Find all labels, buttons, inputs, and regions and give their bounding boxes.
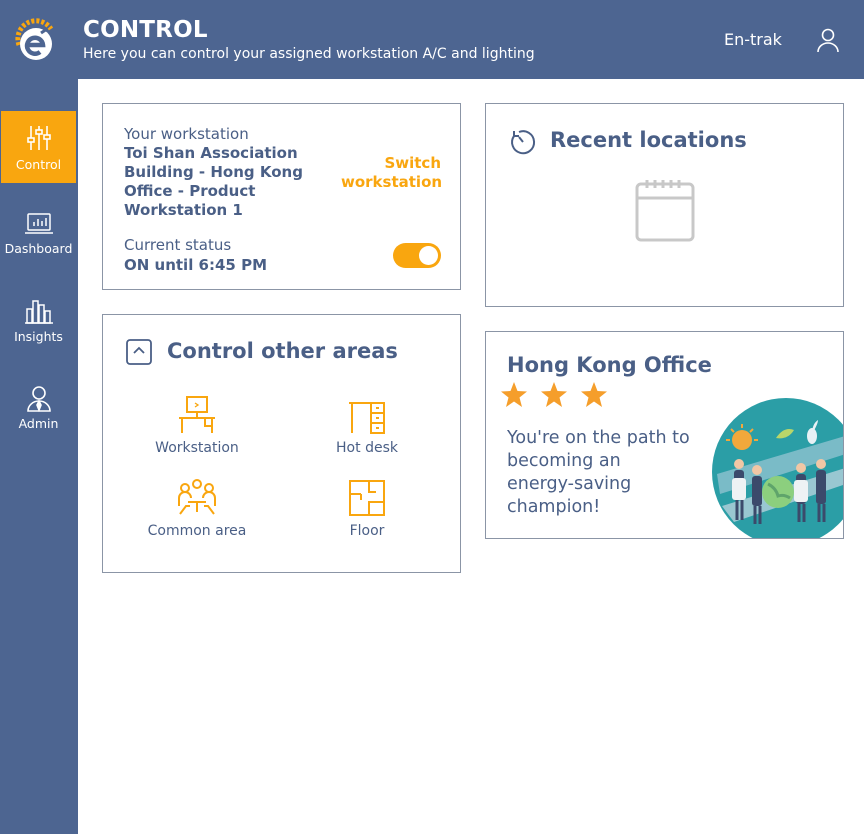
recent-locations-card: Recent locations: [485, 103, 844, 307]
sidebar: Control Dashboard Insights Admin: [0, 79, 78, 834]
entrak-logo: [15, 18, 54, 60]
sidebar-item-control[interactable]: Control: [1, 111, 76, 183]
status-label: Current status: [124, 236, 232, 254]
star-icon: [541, 382, 567, 407]
area-label: Workstation: [155, 440, 239, 456]
workstation-icon: [179, 396, 215, 433]
sidebar-item-label: Control: [15, 157, 62, 172]
insights-icon: [24, 300, 53, 324]
sliders-icon: [26, 126, 51, 150]
area-workstation[interactable]: Workstation: [127, 395, 267, 456]
user-icon[interactable]: [815, 27, 841, 53]
sidebar-item-dashboard[interactable]: Dashboard: [1, 199, 76, 271]
page-subtitle: Here you can control your assigned works…: [83, 46, 535, 62]
hot-desk-icon: [349, 402, 385, 434]
brand-name[interactable]: En-trak: [724, 30, 782, 49]
workstation-label: Your workstation: [124, 125, 249, 143]
calendar-icon: [635, 180, 695, 242]
control-areas-card: Control other areas Workstation Hot desk…: [102, 314, 461, 573]
sidebar-item-label: Dashboard: [4, 241, 73, 256]
recent-locations-title: Recent locations: [550, 128, 747, 152]
workstation-card: Your workstation Toi Shan Association Bu…: [102, 103, 461, 290]
office-card: Hong Kong Office You're on the path to b…: [485, 331, 844, 539]
dashboard-icon: [24, 213, 53, 234]
power-toggle[interactable]: [393, 243, 441, 268]
history-icon: [511, 130, 536, 155]
top-header: CONTROL Here you can control your assign…: [0, 0, 864, 79]
area-label: Hot desk: [336, 440, 398, 456]
toggle-knob: [419, 246, 438, 265]
star-icon: [581, 382, 607, 407]
sidebar-item-label: Insights: [14, 329, 63, 344]
office-title: Hong Kong Office: [507, 353, 712, 377]
status-value: ON until 6:45 PM: [124, 256, 268, 274]
rating-stars: [501, 382, 607, 407]
admin-icon: [26, 386, 51, 412]
workstation-name: Toi Shan Association Building - Hong Kon…: [124, 144, 303, 219]
sidebar-item-label: Admin: [18, 416, 59, 431]
switch-workstation-link[interactable]: Switch workstation: [341, 154, 442, 192]
area-common-area[interactable]: Common area: [127, 478, 267, 539]
expand-icon: [126, 339, 152, 365]
sidebar-item-insights[interactable]: Insights: [1, 285, 76, 357]
area-label: Common area: [147, 523, 247, 539]
control-areas-title: Control other areas: [167, 339, 398, 363]
star-icon: [501, 382, 527, 407]
area-floor[interactable]: Floor: [297, 478, 437, 539]
area-hot-desk[interactable]: Hot desk: [297, 395, 437, 456]
common-area-icon: [178, 479, 216, 515]
office-message: You're on the path to becoming an energy…: [507, 428, 690, 517]
floor-icon: [349, 480, 385, 516]
page-title: CONTROL: [83, 17, 208, 43]
area-label: Floor: [349, 523, 385, 539]
sidebar-item-admin[interactable]: Admin: [1, 372, 76, 444]
energy-champion-illustration: [712, 398, 843, 538]
